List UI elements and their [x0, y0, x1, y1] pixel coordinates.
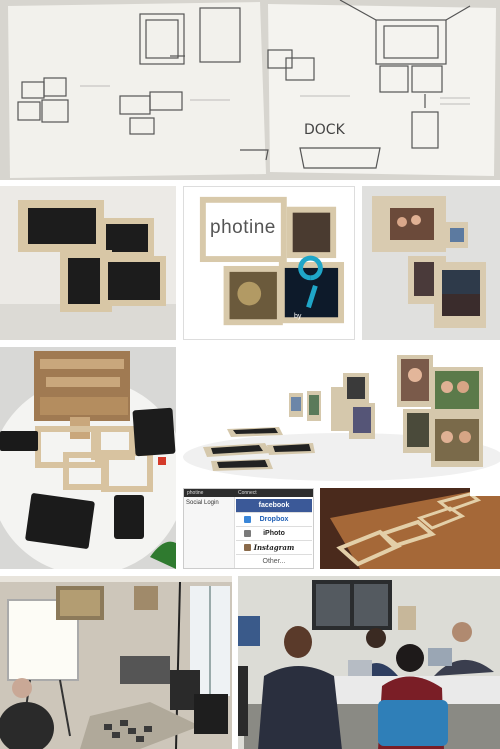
app-header: photine Connect — [184, 489, 313, 497]
sketch-drawing: DOCK — [0, 0, 500, 180]
dropbox-icon — [244, 516, 251, 523]
social-menu: facebook Dropbox iPhoto Instagram Other.… — [236, 499, 312, 568]
dropbox-label: Dropbox — [259, 516, 289, 523]
facebook-option[interactable]: facebook — [236, 499, 312, 513]
social-login-title: Social Login — [186, 500, 219, 506]
studio-photo — [0, 576, 232, 749]
instagram-icon — [244, 544, 251, 551]
photine-wordmark: photine — [210, 217, 276, 238]
app-header-title: photine — [187, 490, 204, 496]
instagram-option[interactable]: Instagram — [236, 541, 312, 555]
instagram-label: Instagram — [253, 543, 295, 552]
prototype-table-photo — [0, 347, 176, 569]
dropbox-option[interactable]: Dropbox — [236, 513, 312, 527]
photine-logo-render: photine by — [183, 186, 355, 340]
wall-frames-photo — [362, 186, 500, 340]
iphoto-option[interactable]: iPhoto — [236, 527, 312, 541]
app-header-connect: Connect — [238, 490, 257, 496]
by-label: by — [294, 313, 302, 320]
app-screenshot: photine Connect Social Login facebook Dr… — [183, 488, 314, 569]
wooden-table-photo — [320, 488, 500, 569]
meeting-photo — [238, 576, 500, 749]
wooden-frames-photo — [0, 186, 176, 340]
iphoto-label: iPhoto — [263, 530, 285, 537]
app-sidebar: Social Login — [184, 497, 235, 568]
frames-render — [183, 347, 500, 481]
other-option[interactable]: Other... — [236, 555, 312, 568]
sketch-dock-label: DOCK — [304, 122, 346, 138]
sketch-photo: DOCK — [0, 0, 500, 180]
iphoto-icon — [244, 530, 251, 537]
